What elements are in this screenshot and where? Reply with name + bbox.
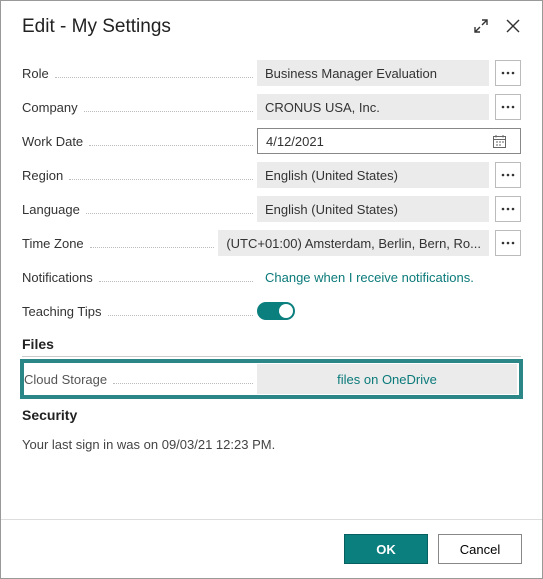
language-lookup-button[interactable] bbox=[495, 196, 521, 222]
row-cloud-storage: Cloud Storage files on OneDrive bbox=[20, 359, 523, 399]
company-lookup-button[interactable] bbox=[495, 94, 521, 120]
row-timezone: Time Zone (UTC+01:00) Amsterdam, Berlin,… bbox=[22, 226, 521, 260]
label-notifications: Notifications bbox=[22, 270, 93, 285]
label-timezone: Time Zone bbox=[22, 236, 84, 251]
dialog-content: Role Business Manager Evaluation Company… bbox=[2, 46, 541, 452]
row-notifications: Notifications Change when I receive noti… bbox=[22, 260, 521, 294]
cloud-storage-value[interactable]: files on OneDrive bbox=[257, 364, 517, 394]
section-files: Files bbox=[22, 336, 521, 357]
language-value[interactable]: English (United States) bbox=[257, 196, 489, 222]
region-value[interactable]: English (United States) bbox=[257, 162, 489, 188]
calendar-icon[interactable] bbox=[486, 129, 512, 153]
label-role: Role bbox=[22, 66, 49, 81]
row-teaching-tips: Teaching Tips bbox=[22, 294, 521, 328]
company-value[interactable]: CRONUS USA, Inc. bbox=[257, 94, 489, 120]
last-signin-text: Your last sign in was on 09/03/21 12:23 … bbox=[22, 437, 521, 452]
cancel-button[interactable]: Cancel bbox=[438, 534, 522, 564]
dialog-header: Edit - My Settings bbox=[2, 2, 541, 46]
label-company: Company bbox=[22, 100, 78, 115]
settings-dialog: Edit - My Settings Role Business Manager… bbox=[0, 0, 543, 579]
row-language: Language English (United States) bbox=[22, 192, 521, 226]
label-cloud-storage: Cloud Storage bbox=[24, 372, 107, 387]
row-company: Company CRONUS USA, Inc. bbox=[22, 90, 521, 124]
close-icon[interactable] bbox=[505, 18, 521, 37]
workdate-value: 4/12/2021 bbox=[266, 134, 324, 149]
label-language: Language bbox=[22, 202, 80, 217]
dialog-footer: OK Cancel bbox=[1, 519, 542, 578]
row-region: Region English (United States) bbox=[22, 158, 521, 192]
label-region: Region bbox=[22, 168, 63, 183]
ok-button[interactable]: OK bbox=[344, 534, 428, 564]
region-lookup-button[interactable] bbox=[495, 162, 521, 188]
workdate-input[interactable]: 4/12/2021 bbox=[257, 128, 521, 154]
label-teaching-tips: Teaching Tips bbox=[22, 304, 102, 319]
row-workdate: Work Date 4/12/2021 bbox=[22, 124, 521, 158]
role-value[interactable]: Business Manager Evaluation bbox=[257, 60, 489, 86]
section-security: Security bbox=[22, 407, 521, 427]
timezone-lookup-button[interactable] bbox=[495, 230, 521, 256]
label-workdate: Work Date bbox=[22, 134, 83, 149]
row-role: Role Business Manager Evaluation bbox=[22, 56, 521, 90]
timezone-value[interactable]: (UTC+01:00) Amsterdam, Berlin, Bern, Ro.… bbox=[218, 230, 489, 256]
teaching-tips-toggle[interactable] bbox=[257, 302, 295, 320]
role-lookup-button[interactable] bbox=[495, 60, 521, 86]
expand-icon[interactable] bbox=[473, 18, 489, 37]
notifications-link[interactable]: Change when I receive notifications. bbox=[257, 270, 521, 285]
dialog-title: Edit - My Settings bbox=[22, 16, 473, 38]
